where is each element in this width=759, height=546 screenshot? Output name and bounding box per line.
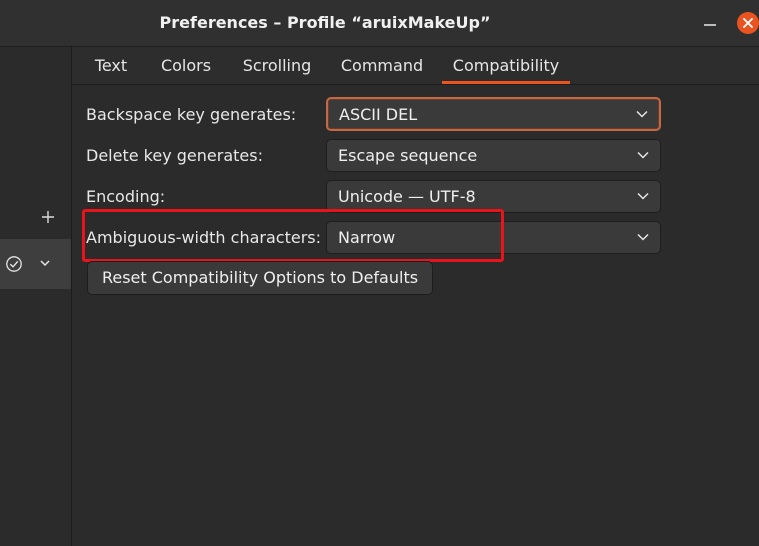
backspace-label: Backspace key generates: (86, 105, 297, 124)
close-icon (743, 18, 753, 28)
chevron-down-icon (637, 233, 649, 241)
encoding-dropdown[interactable]: Unicode — UTF-8 (326, 180, 661, 213)
delete-label: Delete key generates: (86, 146, 263, 165)
chevron-down-icon (637, 151, 649, 159)
backspace-value: ASCII DEL (339, 105, 418, 124)
window-title: Preferences – Profile “aruixMakeUp” (159, 13, 491, 32)
tab-colors[interactable]: Colors (148, 47, 224, 84)
tab-compatibility[interactable]: Compatibility (442, 47, 570, 84)
chevron-down-icon[interactable] (38, 258, 52, 268)
chevron-down-icon (636, 110, 648, 118)
ambiguous-width-dropdown[interactable]: Narrow (326, 221, 661, 254)
backspace-dropdown[interactable]: ASCII DEL (326, 97, 661, 131)
chevron-down-icon (637, 192, 649, 200)
close-button[interactable] (737, 12, 759, 34)
delete-value: Escape sequence (338, 146, 478, 165)
reset-defaults-button[interactable]: Reset Compatibility Options to Defaults (87, 261, 433, 295)
preferences-window: Preferences – Profile “aruixMakeUp” Text (0, 0, 759, 546)
title-bar: Preferences – Profile “aruixMakeUp” (0, 0, 759, 47)
profiles-sidebar (0, 47, 72, 546)
encoding-label: Encoding: (86, 187, 166, 206)
tab-bar: Text Colors Scrolling Command Compatibil… (72, 47, 759, 85)
check-circle-icon (6, 256, 22, 272)
delete-dropdown[interactable]: Escape sequence (326, 139, 661, 172)
compatibility-panel: Backspace key generates: ASCII DEL Delet… (72, 85, 759, 546)
add-profile-button[interactable] (38, 207, 58, 227)
minimize-button[interactable] (700, 13, 720, 33)
encoding-value: Unicode — UTF-8 (338, 187, 476, 206)
ambiguous-width-label: Ambiguous-width characters: (86, 228, 321, 247)
profile-item[interactable] (0, 239, 71, 289)
tab-command[interactable]: Command (332, 47, 432, 84)
tab-text[interactable]: Text (82, 47, 140, 84)
ambiguous-width-value: Narrow (338, 228, 396, 247)
tab-scrolling[interactable]: Scrolling (232, 47, 322, 84)
plus-icon (42, 211, 54, 223)
